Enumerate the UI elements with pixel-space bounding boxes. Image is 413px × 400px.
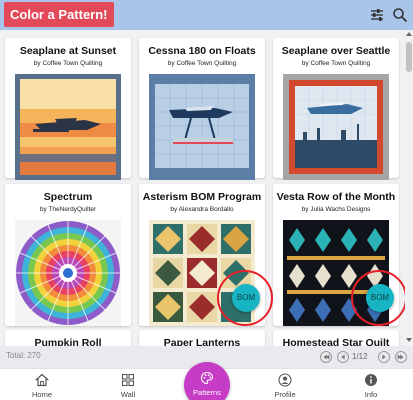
pattern-author: by Coffee Town Quilting bbox=[301, 60, 371, 67]
page-indicator: 1/12 bbox=[352, 352, 368, 361]
home-icon bbox=[35, 373, 49, 387]
nav-label-profile: Profile bbox=[274, 390, 296, 399]
highlight-circle bbox=[351, 270, 405, 326]
pattern-title: Pumpkin Roll bbox=[34, 337, 102, 346]
nav-item-wall[interactable]: Wall bbox=[100, 371, 156, 400]
filter-sliders-icon[interactable] bbox=[368, 6, 386, 24]
first-page-icon[interactable] bbox=[320, 351, 332, 363]
scroll-up-arrow-icon[interactable] bbox=[406, 32, 412, 36]
nav-item-info[interactable]: Info bbox=[343, 371, 399, 400]
pattern-title: Cessna 180 on Floats bbox=[148, 45, 256, 57]
nav-label-home: Home bbox=[31, 390, 52, 399]
pattern-card[interactable]: Asterism BOM Program by Alexandra Bordal… bbox=[139, 184, 273, 326]
app-title[interactable]: Color a Pattern! bbox=[4, 2, 114, 27]
pattern-title: Spectrum bbox=[43, 191, 93, 203]
highlight-circle bbox=[217, 270, 273, 326]
pattern-thumbnail bbox=[283, 74, 389, 180]
nav-label-patterns: Patterns bbox=[193, 388, 221, 397]
next-page-icon[interactable] bbox=[378, 351, 390, 363]
profile-icon bbox=[278, 373, 292, 387]
pattern-author: by Coffee Town Quilting bbox=[33, 60, 103, 67]
pattern-card[interactable]: Homestead Star Quilt bbox=[273, 330, 399, 346]
nav-label-wall: Wall bbox=[120, 390, 136, 399]
scroll-down-arrow-icon[interactable] bbox=[406, 338, 412, 342]
pattern-author: by Coffee Town Quilting bbox=[167, 60, 237, 67]
pattern-title: Vesta Row of the Month bbox=[276, 191, 396, 203]
search-icon[interactable] bbox=[391, 6, 409, 24]
pattern-card[interactable]: Paper Lanterns bbox=[139, 330, 265, 346]
wall-grid-icon bbox=[121, 373, 135, 387]
pattern-card[interactable]: Vesta Row of the Month by Julia Wachs De… bbox=[273, 184, 405, 326]
pattern-thumbnail bbox=[15, 220, 121, 326]
scroll-thumb[interactable] bbox=[406, 42, 412, 72]
pattern-grid: Seaplane at Sunset by Coffee Town Quilti… bbox=[0, 30, 405, 346]
pattern-title: Homestead Star Quilt bbox=[282, 337, 390, 346]
vertical-scrollbar[interactable] bbox=[405, 30, 413, 346]
pattern-title: Paper Lanterns bbox=[163, 337, 241, 346]
nav-item-profile[interactable]: Profile bbox=[257, 371, 313, 400]
pattern-card[interactable]: Cessna 180 on Floats by Coffee Town Quil… bbox=[139, 38, 265, 180]
pattern-title: Asterism BOM Program bbox=[142, 191, 262, 203]
pattern-author: by TheNerdyQuilter bbox=[39, 206, 97, 213]
top-bar: Color a Pattern! bbox=[0, 0, 413, 30]
pattern-title: Seaplane over Seattle bbox=[281, 45, 391, 57]
nav-item-home[interactable]: Home bbox=[14, 371, 70, 400]
info-icon bbox=[365, 374, 377, 386]
nav-label-info: Info bbox=[364, 390, 378, 399]
pattern-thumbnail bbox=[149, 74, 255, 180]
pattern-author: by Alexandra Bordallo bbox=[170, 206, 234, 213]
pattern-thumbnail bbox=[15, 74, 121, 180]
pattern-card[interactable]: Seaplane over Seattle by Coffee Town Qui… bbox=[273, 38, 399, 180]
pattern-author: by Julia Wachs Designs bbox=[301, 206, 371, 213]
pattern-card[interactable]: Seaplane at Sunset by Coffee Town Quilti… bbox=[5, 38, 131, 180]
pattern-title: Seaplane at Sunset bbox=[19, 45, 117, 57]
pattern-card[interactable]: Spectrum by TheNerdyQuilter bbox=[5, 184, 131, 326]
last-page-icon[interactable] bbox=[395, 351, 407, 363]
nav-item-patterns[interactable]: Patterns bbox=[184, 362, 230, 400]
pattern-card[interactable]: Pumpkin Roll bbox=[5, 330, 131, 346]
total-count: Total: 270 bbox=[6, 351, 41, 360]
previous-page-icon[interactable] bbox=[337, 351, 349, 363]
palette-icon bbox=[200, 371, 214, 385]
